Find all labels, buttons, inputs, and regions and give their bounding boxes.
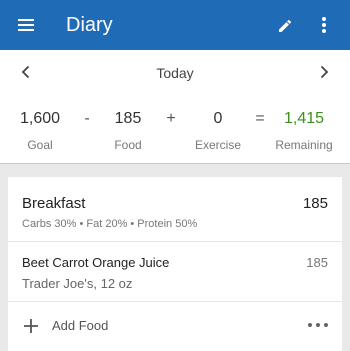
app-bar: Diary: [0, 0, 350, 50]
add-food-button[interactable]: Add Food: [22, 315, 132, 337]
goal-value: 1,600: [19, 110, 61, 127]
more-horiz-icon[interactable]: [308, 318, 328, 332]
meal-card-breakfast: Breakfast 185 Carbs 30% • Fat 20% • Prot…: [8, 177, 342, 351]
chevron-right-icon[interactable]: [312, 60, 336, 84]
meal-title[interactable]: Breakfast: [22, 195, 85, 212]
meal-calories: 185: [302, 195, 328, 212]
plus-icon: [22, 317, 40, 335]
divider: [8, 301, 342, 302]
page-title: Diary: [66, 14, 113, 36]
pencil-icon[interactable]: [274, 13, 298, 37]
divider: [8, 241, 342, 242]
goal-label: Goal: [27, 138, 53, 152]
exercise-value: 0: [213, 110, 223, 127]
date-navigator: Today: [0, 50, 350, 94]
food-name[interactable]: Beet Carrot Orange Juice: [22, 255, 169, 270]
remaining-value: 1,415: [283, 110, 325, 127]
date-label[interactable]: Today: [0, 65, 350, 81]
food-value: 185: [114, 110, 142, 127]
more-vert-icon[interactable]: [312, 13, 336, 37]
menu-icon[interactable]: [14, 13, 38, 37]
remaining-label: Remaining: [275, 138, 333, 152]
add-food-label: Add Food: [52, 318, 109, 333]
calorie-summary: 1,600 Goal - 185 Food + 0 Exercise = 1,4…: [0, 94, 350, 164]
meal-macros: Carbs 30% • Fat 20% • Protein 50%: [22, 218, 198, 230]
food-description: Trader Joe's, 12 oz: [22, 276, 133, 291]
food-label: Food: [114, 138, 142, 152]
food-calories: 185: [306, 255, 328, 270]
exercise-label: Exercise: [194, 138, 241, 152]
